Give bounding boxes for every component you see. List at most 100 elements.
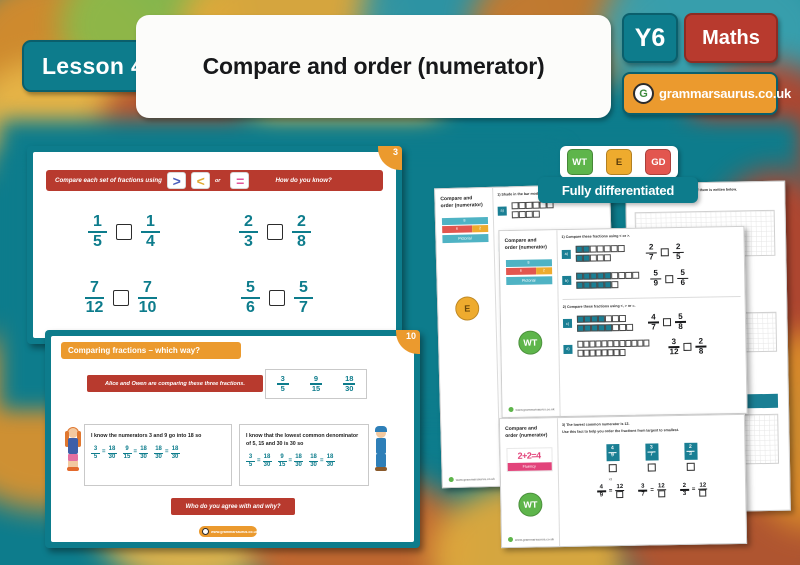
badge-e: E (605, 149, 632, 175)
denominator: 30 (171, 453, 179, 460)
answer-box[interactable] (267, 224, 283, 241)
fraction-left: 56 (241, 279, 260, 317)
numerator: 2 (698, 336, 704, 346)
difficulty-badge-e: E (454, 296, 480, 321)
worksheet-wt-title: Compare and order (numerator) (504, 237, 547, 252)
answer-box[interactable] (665, 274, 674, 283)
answer-box[interactable] (113, 290, 129, 307)
numerator: 2 (648, 242, 654, 252)
card-slot-2[interactable]: 3 7 (644, 443, 659, 472)
bar-total: 8 (505, 258, 552, 267)
tape-diagrams (577, 339, 650, 357)
answer-box[interactable] (660, 248, 669, 257)
answer-box[interactable] (116, 224, 132, 241)
card-slot-1[interactable]: 4 9 (605, 443, 620, 473)
question-3[interactable]: 7 12 7 10 (85, 279, 157, 317)
fluency-conversion-row: x3 49 = 12 37 = 12 23 = 12 (563, 477, 741, 500)
fraction-comparison[interactable]: 27 25 (645, 242, 684, 262)
wt-comparison-d[interactable]: d) 3 12 28 (563, 337, 741, 358)
tape-diagrams (576, 314, 634, 332)
worksheet-wt-body: 1) Compare these fractions using < or >.… (557, 227, 746, 416)
fraction-card: 4 9 (605, 443, 620, 462)
grammarsaurus-logo-icon (448, 476, 454, 483)
answer-box[interactable] (657, 490, 666, 498)
alice-speech-bubble: I know the numerators 3 and 9 go into 18… (84, 424, 232, 486)
fraction-comparison[interactable]: 3 12 28 (668, 336, 707, 357)
subject-label: Maths (702, 26, 760, 49)
slide-comparing-fractions[interactable]: Comparing fractions – which way? Alice a… (45, 330, 420, 548)
tape-diagrams (576, 271, 640, 289)
wt-comparison-a[interactable]: a) 27 25 (561, 242, 740, 263)
grammarsaurus-logo-icon (508, 406, 514, 413)
worksheet-wt-sidebar: Compare and order (numerator) 8 6 2 Pict… (499, 230, 561, 418)
conversion-1[interactable]: x3 49 = 12 (596, 477, 625, 499)
equals-icon[interactable]: = (230, 172, 250, 189)
title-plate: Compare and order (numerator) (136, 15, 611, 118)
worksheet-e-row-a[interactable]: a) (497, 200, 606, 219)
model-label: Pictorial (441, 233, 489, 243)
numerator: 2 (244, 213, 253, 230)
answer-box[interactable] (686, 462, 695, 471)
badge-wt: WT (566, 149, 593, 175)
owen-text: I know that the lowest common denominato… (246, 433, 359, 448)
worksheet-fluency-sidebar: Compare and order (numerator) 2+2=4 Flue… (499, 418, 561, 548)
denominator: 5 (280, 383, 285, 393)
conversion-2[interactable]: 37 = 12 (638, 483, 666, 498)
fraction-right: 7 10 (138, 279, 157, 317)
equals-sign: = (257, 457, 261, 464)
denominator: 30 (108, 453, 116, 460)
fraction-card: 2 3 (683, 442, 698, 460)
answer-box[interactable] (647, 463, 656, 472)
denominator: 5 (93, 233, 102, 251)
alice-character-illustration (65, 427, 81, 484)
equals-sign: = (320, 457, 324, 464)
worksheet-fluency-body: 3) The lowest common numerator is 12. Us… (558, 415, 746, 546)
fraction-comparison[interactable]: 47 58 (648, 312, 687, 332)
answer-box[interactable] (662, 318, 672, 327)
slide-compare-sets[interactable]: Compare each set of fractions using > < … (27, 146, 402, 344)
fluency-card-row: 4 9 3 7 2 3 (562, 442, 740, 473)
wt-comparison-c[interactable]: c) 47 58 (562, 312, 741, 333)
owen-equations: 35 = 18 30 9 15 = 18 30 18 30 = 18 30 (246, 454, 362, 468)
numerator: 5 (680, 268, 685, 278)
owen-character-illustration (373, 426, 389, 484)
fraction-3: 18 30 (343, 375, 356, 392)
denominator: 6 (246, 299, 255, 317)
card-slot-3[interactable]: 2 3 (683, 442, 698, 471)
less-than-icon[interactable]: < (190, 172, 210, 189)
denominator: 30 (295, 461, 302, 468)
denominator: 30 (140, 453, 147, 460)
answer-box[interactable] (683, 342, 692, 351)
question-2[interactable]: 23 28 (239, 213, 311, 251)
question-1[interactable]: 15 14 (88, 213, 160, 251)
footer-url: www.grammarsaurus.co.uk (211, 529, 258, 534)
brand-badge[interactable]: G grammarsaurus.co.uk (622, 72, 791, 115)
question-4[interactable]: 56 57 (241, 279, 313, 317)
equals-sign: = (165, 449, 169, 456)
three-fractions-box: 35 9 15 18 30 (265, 369, 367, 399)
wt-comparison-b[interactable]: b) 59 56 (562, 268, 740, 289)
worksheet-wt-pictorial[interactable]: Compare and order (numerator) 8 6 2 Pict… (498, 225, 748, 419)
answer-box[interactable] (699, 489, 707, 498)
fluency-sum: 2+2=4 (517, 449, 541, 461)
answer-box[interactable] (608, 463, 617, 473)
alice-text: I know the numerators 3 and 9 go into 18… (91, 433, 202, 439)
denominator: 9 (611, 451, 614, 458)
worksheet-fluency[interactable]: Compare and order (numerator) 2+2=4 Flue… (498, 413, 748, 549)
equals-sign: = (650, 487, 654, 494)
slide1-instruction-banner: Compare each set of fractions using > < … (46, 170, 383, 191)
or-label: or (214, 177, 221, 184)
fraction-comparison[interactable]: 59 56 (650, 268, 689, 288)
fraction-card: 3 7 (644, 443, 659, 461)
numerator: 7 (90, 279, 99, 296)
instruction-text-right: How do you know? (275, 177, 332, 184)
answer-box[interactable] (269, 290, 285, 307)
numerator: 4 (651, 312, 656, 322)
conversion-3[interactable]: 23 = 12 (679, 482, 708, 498)
grammarsaurus-logo-icon (507, 536, 514, 543)
worksheet-e-sidebar: Compare and order (numerator) 8 6 2 Pict… (435, 187, 501, 488)
denominator: 30 (263, 461, 271, 468)
greater-than-icon[interactable]: > (166, 172, 186, 189)
answer-box[interactable] (616, 491, 624, 499)
worksheet-fluency-footer: www.grammarsaurus.co.uk (507, 536, 554, 543)
